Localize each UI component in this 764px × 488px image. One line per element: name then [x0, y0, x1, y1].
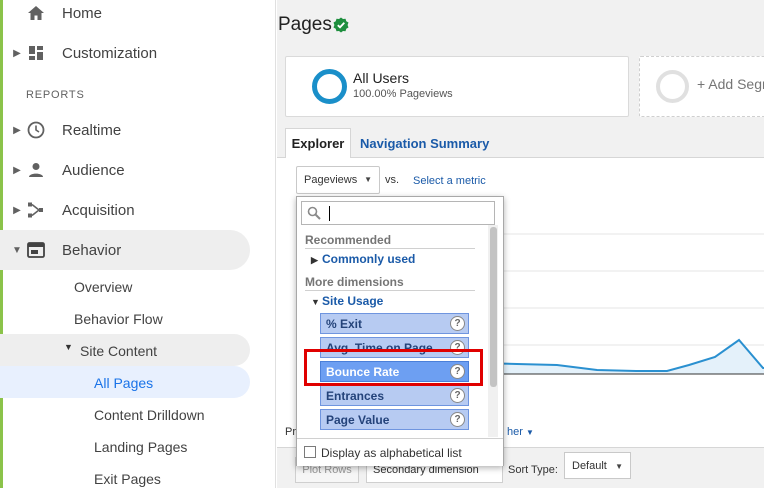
add-segment-label: + Add Segm — [697, 76, 764, 92]
metric-dropdown: Recommended ▶ Commonly used More dimensio… — [296, 196, 504, 466]
caret-right-icon: ▶ — [13, 204, 21, 216]
metric-option-label: Page Value — [326, 412, 390, 427]
caret-right-icon: ▶ — [13, 47, 21, 59]
highlight-annotation-box — [304, 349, 483, 386]
plot-rows-fragment: Pr — [285, 426, 296, 438]
sidebar-item-label: Acquisition — [62, 201, 135, 219]
metric-option-label: % Exit — [326, 316, 363, 331]
chevron-down-icon: ▼ — [525, 428, 534, 437]
sidebar-item-label: Customization — [62, 44, 158, 62]
behavior-icon — [26, 240, 46, 260]
alphabetical-label: Display as alphabetical list — [321, 446, 462, 460]
alphabetical-toggle-row[interactable]: Display as alphabetical list — [297, 438, 503, 466]
page-title: Pages — [278, 14, 332, 35]
home-icon — [26, 3, 46, 23]
help-icon[interactable]: ? — [450, 412, 465, 427]
nav-behavior-flow[interactable]: Behavior Flow — [74, 311, 163, 327]
segment-all-users[interactable]: All Users 100.00% Pageviews — [285, 56, 629, 117]
sidebar-item-label: Realtime — [62, 121, 122, 139]
clock-icon — [26, 120, 46, 140]
commonly-used-group[interactable]: ▶ Commonly used — [311, 252, 415, 266]
dropdown-arrow-icon: ▼ — [615, 462, 623, 471]
empty-segment-ring-icon — [656, 70, 689, 103]
sort-type-select[interactable]: Default ▼ — [564, 452, 631, 479]
metric-option-label: Entrances — [326, 388, 385, 403]
caret-down-icon: ▼ — [64, 342, 73, 352]
verified-check-icon — [333, 17, 349, 33]
select-metric-link[interactable]: Select a metric — [413, 175, 486, 187]
segment-name: All Users — [353, 70, 410, 86]
segment-ring-icon — [312, 69, 347, 104]
sidebar-item-label: Home — [62, 4, 103, 22]
text-cursor — [329, 206, 330, 221]
metric-search-box[interactable] — [301, 201, 495, 225]
metric-option-exit[interactable]: % Exit ? — [320, 313, 469, 334]
nav-overview[interactable]: Overview — [74, 279, 132, 295]
segment-subtitle: 100.00% Pageviews — [353, 88, 453, 100]
caret-right-icon: ▶ — [13, 124, 21, 136]
metric-option-entrances[interactable]: Entrances ? — [320, 385, 469, 406]
nav-site-content[interactable]: Site Content — [80, 343, 157, 359]
acquisition-icon — [26, 200, 46, 220]
metric-select-value: Pageviews — [304, 174, 358, 186]
add-segment-button[interactable]: + Add Segm — [639, 56, 764, 117]
site-usage-label: Site Usage — [322, 294, 384, 308]
caret-down-icon: ▼ — [311, 297, 320, 307]
help-icon[interactable]: ? — [450, 388, 465, 403]
dropdown-arrow-icon: ▼ — [364, 175, 372, 184]
tab-navigation-summary[interactable]: Navigation Summary — [360, 128, 489, 158]
nav-landing-pages[interactable]: Landing Pages — [94, 439, 187, 455]
metric-select[interactable]: Pageviews ▼ — [296, 166, 380, 194]
sort-type-value: Default — [572, 459, 607, 472]
nav-all-pages[interactable]: All Pages — [94, 375, 153, 391]
other-link-text: her — [507, 426, 523, 438]
nav-exit-pages[interactable]: Exit Pages — [94, 471, 161, 487]
recommended-header: Recommended — [305, 233, 392, 247]
caret-right-icon: ▶ — [311, 255, 318, 265]
commonly-used-label: Commonly used — [322, 252, 416, 266]
tab-explorer[interactable]: Explorer — [285, 128, 351, 158]
dashboard-icon — [26, 43, 46, 63]
nav-content-drilldown[interactable]: Content Drilldown — [94, 407, 205, 423]
search-icon — [307, 206, 321, 220]
caret-down-icon: ▼ — [12, 244, 22, 256]
sidebar: Home ▶ Customization REPORTS ▶ Realtime … — [0, 0, 276, 488]
alphabetical-checkbox[interactable] — [304, 446, 316, 458]
divider — [305, 290, 475, 291]
vs-label: vs. — [385, 174, 400, 186]
metric-option-page-value[interactable]: Page Value ? — [320, 409, 469, 430]
more-dimensions-header: More dimensions — [305, 275, 404, 289]
metric-search-input[interactable] — [324, 204, 492, 222]
reports-section-label: REPORTS — [26, 89, 85, 101]
analytics-app: Home ▶ Customization REPORTS ▶ Realtime … — [0, 0, 764, 488]
caret-right-icon: ▶ — [13, 164, 21, 176]
site-usage-group[interactable]: ▼ Site Usage — [311, 294, 383, 308]
other-link-fragment[interactable]: her ▼ — [507, 426, 534, 438]
pageviews-line-chart — [477, 233, 764, 375]
sort-type-label: Sort Type: — [508, 464, 558, 476]
divider — [305, 248, 475, 249]
help-icon[interactable]: ? — [450, 316, 465, 331]
person-icon — [26, 160, 46, 180]
sidebar-item-label: Audience — [62, 161, 125, 179]
sidebar-item-label: Behavior — [62, 241, 122, 259]
dropdown-scrollbar-thumb[interactable] — [490, 227, 497, 387]
